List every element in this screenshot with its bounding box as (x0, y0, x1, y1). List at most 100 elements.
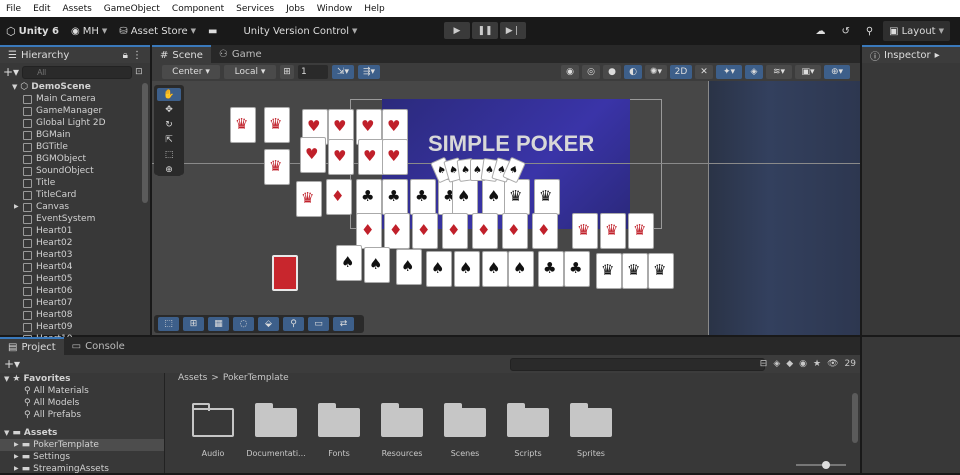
playing-card[interactable]: ♣ (382, 179, 408, 215)
hierarchy-scrollbar[interactable] (142, 83, 148, 203)
add-icon[interactable]: +▾ (3, 65, 19, 79)
shaded-icon[interactable]: ● (603, 65, 621, 79)
hierarchy-item[interactable]: Heart06 (23, 285, 150, 297)
play-button[interactable]: ▶ (444, 22, 470, 39)
menu-file[interactable]: File (0, 4, 27, 14)
zoom-slider-handle[interactable] (822, 461, 830, 469)
favorite-icon[interactable]: ★ (813, 359, 821, 369)
grid-snap-toggle[interactable]: ⊞ (280, 65, 294, 79)
snap-button[interactable]: ⇲▾ (332, 65, 354, 79)
playing-card[interactable]: ♛ (600, 213, 626, 249)
playing-card[interactable]: ♥ (328, 139, 354, 175)
move-tool-icon[interactable]: ✥ (157, 103, 181, 116)
expand-icon[interactable]: ▶ (14, 451, 19, 463)
hierarchy-item[interactable]: Main Camera (23, 93, 150, 105)
tab-console[interactable]: ▭ Console (64, 337, 133, 355)
history-icon[interactable]: ↺ (835, 21, 855, 41)
search-icon[interactable]: ⚲ (860, 21, 879, 41)
folder-icon[interactable] (318, 403, 360, 437)
hierarchy-item[interactable]: BGTitle (23, 141, 150, 153)
asset-folder-item[interactable]: ▶ ▬ Settings (0, 451, 164, 463)
hierarchy-item[interactable]: Heart07 (23, 297, 150, 309)
tab-inspector[interactable]: ⓘ Inspector ▸ (862, 45, 960, 63)
hierarchy-item[interactable]: Title (23, 177, 150, 189)
account-button[interactable]: ◉ MH ▼ (65, 21, 113, 41)
hierarchy-item[interactable]: Heart02 (23, 237, 150, 249)
warning-icon[interactable]: ◉ (799, 359, 807, 369)
visibility-icon[interactable]: ◈ (745, 65, 763, 79)
menu-edit[interactable]: Edit (27, 4, 56, 14)
fx-icon[interactable]: ✺▾ (645, 65, 667, 79)
playing-card[interactable]: ♦ (532, 213, 558, 249)
hierarchy-search-input[interactable] (22, 65, 133, 79)
gizmos-icon[interactable]: ⊕▾ (824, 65, 850, 79)
playing-card[interactable]: ♛ (572, 213, 598, 249)
playing-card[interactable]: ♛ (264, 107, 290, 143)
scene-root[interactable]: ▼ ⬡ DemoScene (12, 81, 150, 93)
playing-card[interactable]: ♥ (382, 139, 408, 175)
scene-viewport[interactable]: SIMPLE POKER ♛ ♛ ♥ ♥ ♥ ♥ ♛ ♥ ♥ ♥ ♥ ♛ ♦ ♣ ♣ ♣ ♣ ♠ ♠ ♛ ♛ ♦ ♦ ♦ ♦ ♦ ♦… (152, 81, 860, 335)
favorite-item[interactable]: ⚲ All Prefabs (0, 409, 164, 421)
sprite-shape-icon[interactable]: ▦ (208, 317, 229, 331)
playing-card[interactable]: ♦ (412, 213, 438, 249)
playing-card[interactable]: ♛ (622, 253, 648, 289)
grid-size-field[interactable]: 1 (298, 65, 328, 79)
playing-card[interactable]: ♛ (596, 253, 622, 289)
folder-icon[interactable] (255, 403, 297, 437)
playing-card[interactable]: ♣ (410, 179, 436, 215)
rect-select-icon[interactable]: ⬚ (158, 317, 179, 331)
tab-game[interactable]: ⚇ Game (211, 45, 270, 63)
cloud-storage-button[interactable]: ▬ (202, 21, 223, 41)
assets-header[interactable]: ▼ ▬ Assets (0, 427, 164, 439)
hierarchy-item[interactable]: BGMain (23, 129, 150, 141)
playing-card[interactable]: ♠ (508, 251, 534, 287)
card-back[interactable] (272, 255, 298, 291)
playing-card[interactable]: ♣ (538, 251, 564, 287)
playing-card[interactable]: ♥ (300, 137, 326, 173)
hierarchy-item[interactable]: Heart09 (23, 321, 150, 333)
hierarchy-item[interactable]: EventSystem (23, 213, 150, 225)
folder-icon[interactable] (570, 403, 612, 437)
hierarchy-item[interactable]: SoundObject (23, 165, 150, 177)
hierarchy-item[interactable]: Heart03 (23, 249, 150, 261)
menu-window[interactable]: Window (311, 4, 359, 14)
pause-button[interactable]: ❚❚ (472, 22, 498, 39)
playing-card[interactable]: ♛ (628, 213, 654, 249)
menu-component[interactable]: Component (166, 4, 230, 14)
shuffle-icon[interactable]: ⇄ (333, 317, 354, 331)
menu-jobs[interactable]: Jobs (280, 4, 311, 14)
breadcrumb-current[interactable]: PokerTemplate (223, 373, 289, 383)
asset-store-button[interactable]: ⛁ Asset Store ▼ (113, 21, 202, 41)
playing-card[interactable]: ♛ (504, 179, 530, 215)
draw-mode-button[interactable]: ◉ (561, 65, 579, 79)
playing-card[interactable]: ♛ (230, 107, 256, 143)
playing-card[interactable]: ♠ (426, 251, 452, 287)
project-search-input[interactable] (510, 357, 765, 371)
hierarchy-item[interactable]: Heart08 (23, 309, 150, 321)
playing-card[interactable]: ♠ (482, 251, 508, 287)
folder-icon[interactable] (444, 403, 486, 437)
tilemap-icon[interactable]: ⊞ (183, 317, 204, 331)
playing-card[interactable]: ♛ (648, 253, 674, 289)
transform-tool-icon[interactable]: ⊕ (157, 163, 181, 176)
hierarchy-item[interactable]: Global Light 2D (23, 117, 150, 129)
hierarchy-item[interactable]: Heart01 (23, 225, 150, 237)
zoom-slider[interactable] (796, 461, 846, 469)
label-filter-icon[interactable]: ◆ (786, 359, 793, 369)
unity-version-button[interactable]: ⬡ Unity 6 (0, 21, 65, 41)
favorite-item[interactable]: ⚲ All Models (0, 397, 164, 409)
space-dropdown[interactable]: Local ▾ (224, 65, 276, 79)
playing-card[interactable]: ♦ (472, 213, 498, 249)
breadcrumb-assets[interactable]: Assets (178, 373, 207, 383)
lit-icon[interactable]: ◐ (624, 65, 642, 79)
expand-icon[interactable]: ▼ (4, 373, 9, 385)
audio-toggle-icon[interactable]: ✕ (695, 65, 713, 79)
effects-dropdown[interactable]: ✦▾ (716, 65, 742, 79)
menu-services[interactable]: Services (230, 4, 280, 14)
expand-icon[interactable]: ▶ (14, 201, 23, 213)
menu-gameobject[interactable]: GameObject (98, 4, 166, 14)
hierarchy-item[interactable]: BGMObject (23, 153, 150, 165)
type-filter-icon[interactable]: ◈ (773, 359, 780, 369)
more-icon[interactable]: ⋮ (132, 50, 142, 61)
favorites-header[interactable]: ▼ ★ Favorites (0, 373, 164, 385)
